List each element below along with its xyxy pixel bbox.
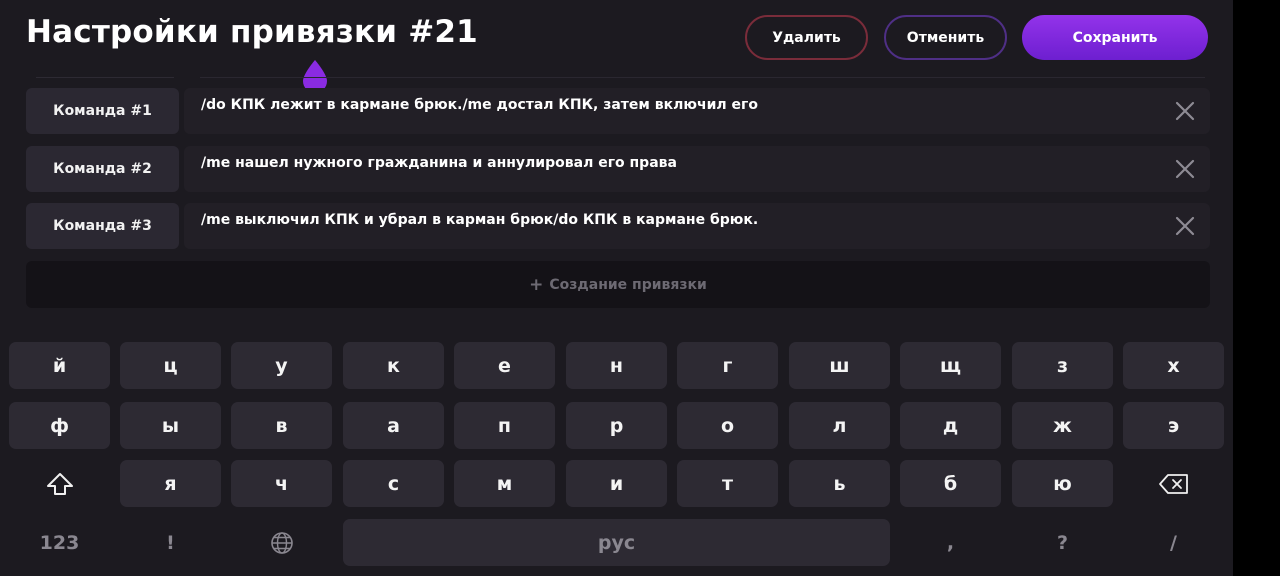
key[interactable]: з <box>1012 342 1113 389</box>
language-key[interactable] <box>231 519 332 566</box>
comma-key[interactable]: , <box>900 519 1001 566</box>
key[interactable]: в <box>231 402 332 449</box>
cancel-button[interactable]: Отменить <box>884 15 1007 60</box>
command-label[interactable]: Команда #2 <box>26 146 179 192</box>
key[interactable]: ю <box>1012 460 1113 507</box>
key[interactable]: ш <box>789 342 890 389</box>
key[interactable]: ь <box>789 460 890 507</box>
key[interactable]: щ <box>900 342 1001 389</box>
key[interactable]: м <box>454 460 555 507</box>
backspace-key[interactable] <box>1123 460 1224 507</box>
delete-button[interactable]: Удалить <box>745 15 868 60</box>
close-icon[interactable] <box>1174 158 1196 180</box>
command-label[interactable]: Команда #3 <box>26 203 179 249</box>
screen-edge <box>1233 0 1280 576</box>
key[interactable]: а <box>343 402 444 449</box>
key[interactable]: д <box>900 402 1001 449</box>
key[interactable]: р <box>566 402 667 449</box>
save-button[interactable]: Сохранить <box>1022 15 1208 60</box>
command-input[interactable]: /me нашел нужного гражданина и аннулиров… <box>184 146 1210 192</box>
divider <box>36 77 174 78</box>
close-icon[interactable] <box>1174 215 1196 237</box>
create-binding-button[interactable]: + Создание привязки <box>26 261 1210 308</box>
key[interactable]: т <box>677 460 778 507</box>
globe-icon <box>270 531 293 554</box>
close-icon[interactable] <box>1174 100 1196 122</box>
key[interactable]: у <box>231 342 332 389</box>
key[interactable]: с <box>343 460 444 507</box>
key[interactable]: к <box>343 342 444 389</box>
key[interactable]: ы <box>120 402 221 449</box>
key[interactable]: ц <box>120 342 221 389</box>
command-row-1: Команда #1 /do КПК лежит в кармане брюк.… <box>26 88 1210 134</box>
key[interactable]: и <box>566 460 667 507</box>
on-screen-keyboard: й ц у к е н г ш щ з х ф ы в а п р о л д … <box>0 330 1233 576</box>
screen: Настройки привязки #21 Удалить Отменить … <box>0 0 1233 576</box>
command-input[interactable]: /do КПК лежит в кармане брюк./me достал … <box>184 88 1210 134</box>
key[interactable]: х <box>1123 342 1224 389</box>
command-text: /do КПК лежит в кармане брюк./me достал … <box>201 97 758 113</box>
key[interactable]: ф <box>9 402 110 449</box>
command-text: /me нашел нужного гражданина и аннулиров… <box>201 155 677 171</box>
command-row-3: Команда #3 /me выключил КПК и убрал в ка… <box>26 203 1210 249</box>
key[interactable]: е <box>454 342 555 389</box>
backspace-icon <box>1158 473 1188 494</box>
command-input[interactable]: /me выключил КПК и убрал в карман брюк/d… <box>184 203 1210 249</box>
key[interactable]: л <box>789 402 890 449</box>
slash-key[interactable]: / <box>1123 519 1224 566</box>
command-row-2: Команда #2 /me нашел нужного гражданина … <box>26 146 1210 192</box>
key[interactable]: ч <box>231 460 332 507</box>
divider <box>200 77 1205 78</box>
key[interactable]: ж <box>1012 402 1113 449</box>
shift-icon <box>46 472 73 495</box>
create-binding-label: Создание привязки <box>549 276 707 293</box>
shift-key[interactable] <box>9 460 110 507</box>
page-title: Настройки привязки #21 <box>26 14 478 50</box>
key[interactable]: н <box>566 342 667 389</box>
key[interactable]: я <box>120 460 221 507</box>
key[interactable]: о <box>677 402 778 449</box>
numbers-key[interactable]: 123 <box>9 519 110 566</box>
command-text: /me выключил КПК и убрал в карман брюк/d… <box>201 212 759 228</box>
key[interactable]: г <box>677 342 778 389</box>
key[interactable]: э <box>1123 402 1224 449</box>
space-key[interactable]: рус <box>343 519 890 566</box>
plus-icon: + <box>529 274 544 295</box>
key[interactable]: п <box>454 402 555 449</box>
key[interactable]: й <box>9 342 110 389</box>
question-key[interactable]: ? <box>1012 519 1113 566</box>
command-label[interactable]: Команда #1 <box>26 88 179 134</box>
exclamation-key[interactable]: ! <box>120 519 221 566</box>
key[interactable]: б <box>900 460 1001 507</box>
